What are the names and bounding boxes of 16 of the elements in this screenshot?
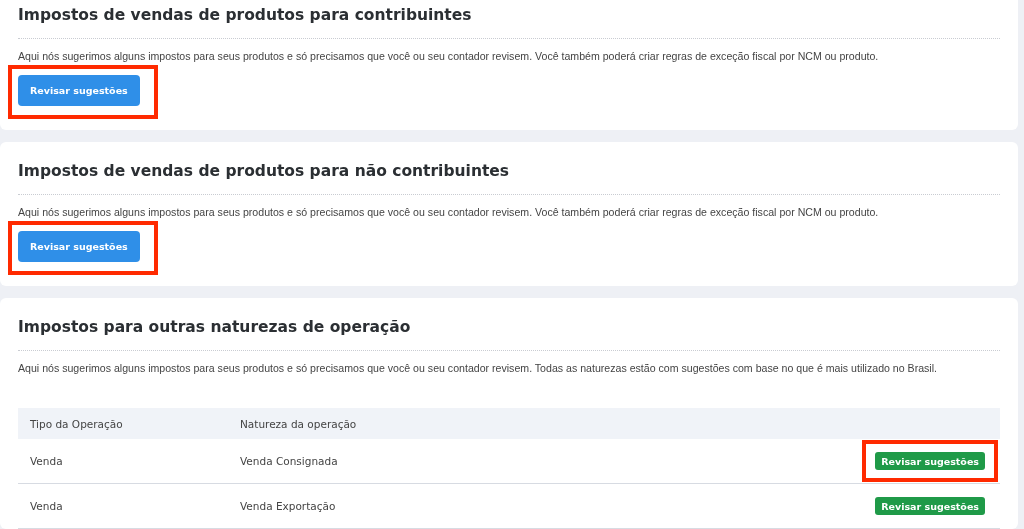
table-cell-text: Venda Exportação [240, 500, 337, 512]
review-button[interactable]: Revisar sugestões [875, 452, 985, 470]
section-description: Aqui nós sugerimos alguns impostos para seus produtos e só precisamos que você ou seu contador revisem. Você também poderá criar regras de exceção fiscal por NCM ou produto. [18, 205, 880, 219]
review-button[interactable]: Revisar sugestões [875, 497, 985, 515]
table-cell-text: Venda [29, 455, 64, 467]
section-description: Aqui nós sugerimos alguns impostos para seus produtos e só precisamos que você ou seu contador revisem. Todas as naturezas estão com sugestões com base no que é mais utilizado no Brasil. [18, 361, 939, 375]
table-cell-text: Venda Consignada [240, 455, 339, 467]
column-header: Natureza da operação [240, 417, 358, 430]
review-button[interactable]: Revisar sugestões [18, 75, 140, 106]
review-button[interactable]: Revisar sugestões [18, 231, 140, 262]
section-title: Impostos para outras naturezas de operação [18, 317, 412, 338]
section-title: Impostos de vendas de produtos para contribuintes [18, 5, 473, 26]
section-title: Impostos de vendas de produtos para não contribuintes [18, 161, 511, 182]
section-description: Aqui nós sugerimos alguns impostos para seus produtos e só precisamos que você ou seu contador revisem. Você também poderá criar regras de exceção fiscal por NCM ou produto. [18, 49, 880, 63]
column-header: Tipo da Operação [29, 417, 124, 430]
table-cell-text: Venda [29, 500, 64, 512]
